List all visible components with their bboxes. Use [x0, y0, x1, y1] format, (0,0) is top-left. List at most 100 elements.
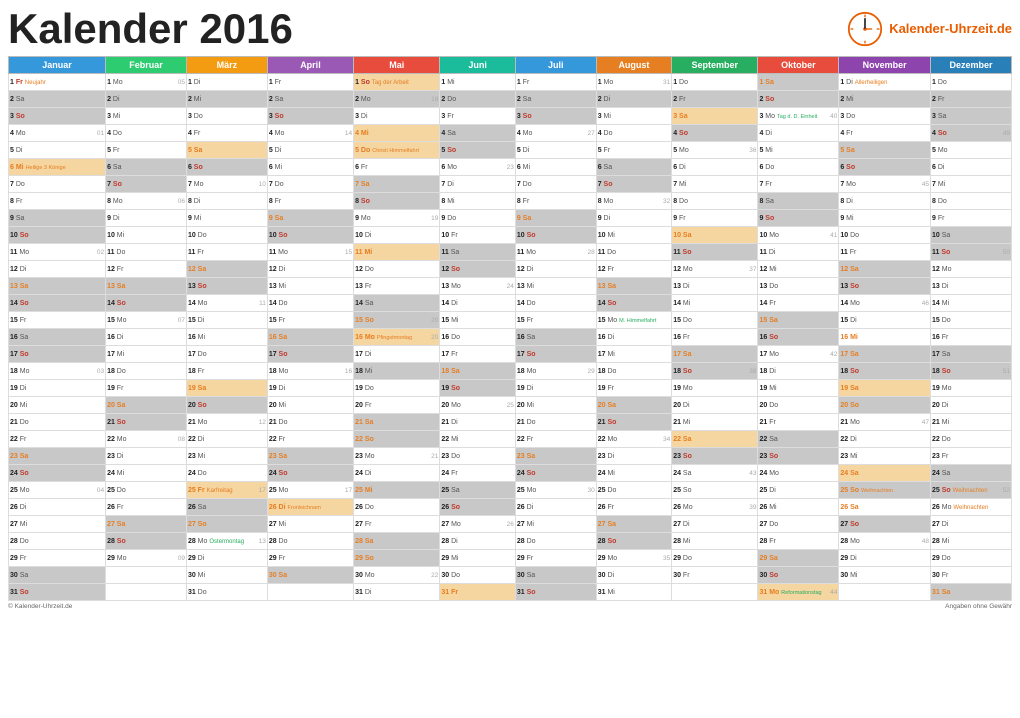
logo-text: Kalender-Uhrzeit.de [889, 21, 1012, 37]
calendar-table: Januar Februar März April Mai Juni Juli … [8, 56, 1012, 601]
table-row: 3 So 3 Mi 3 Do 3 So 3 Di 3 Fr 3 So 3 Mi … [9, 108, 1012, 125]
jan-20: 20 Mi [9, 397, 106, 414]
feb-24: 24 Mi [106, 465, 187, 482]
apr-18: 18 Mo 16 [267, 363, 353, 380]
nov-13: 13 So [839, 278, 931, 295]
okt-4: 4 Di [758, 125, 839, 142]
sep-17: 17 Sa [672, 346, 758, 363]
jul-18: 18 Mo 29 [515, 363, 596, 380]
table-row: 14 So 14 So 14 Mo 11 14 Do 14 Sa 14 Di 1… [9, 295, 1012, 312]
jun-10: 10 Fr [440, 227, 515, 244]
feb-16: 16 Di [106, 329, 187, 346]
table-row: 5 Di 5 Fr 5 Sa 5 Di 5 Do Christi Himmelf… [9, 142, 1012, 159]
mar-11: 11 Fr [186, 244, 267, 261]
apr-21: 21 Do [267, 414, 353, 431]
jan-25: 25 Mo 04 [9, 482, 106, 499]
nov-16: 16 Mi [839, 329, 931, 346]
table-row: 24 So 24 Mi 24 Do 24 So 24 Di 24 Fr 24 S… [9, 465, 1012, 482]
dez-14: 14 Mi [931, 295, 1012, 312]
jan-16: 16 Sa [9, 329, 106, 346]
apr-28: 28 Do [267, 533, 353, 550]
jun-30: 30 Do [440, 567, 515, 584]
sep-10: 10 Sa [672, 227, 758, 244]
jun-25: 25 Sa [440, 482, 515, 499]
jul-16: 16 Sa [515, 329, 596, 346]
aug-23: 23 Di [596, 448, 671, 465]
sep-1: 1 Do [672, 74, 758, 91]
jun-16: 16 Do [440, 329, 515, 346]
mar-9: 9 Mi [186, 210, 267, 227]
dez-30: 30 Fr [931, 567, 1012, 584]
okt-30: 30 So [758, 567, 839, 584]
feb-28: 28 So [106, 533, 187, 550]
aug-22: 22 Mo 34 [596, 431, 671, 448]
table-row: 8 Fr 8 Mo 06 8 Di 8 Fr 8 So 8 Mi 8 Fr 8 … [9, 193, 1012, 210]
mai-15: 15 So 20 [354, 312, 440, 329]
apr-9: 9 Sa [267, 210, 353, 227]
dez-28: 28 Mi [931, 533, 1012, 550]
okt-21: 21 Fr [758, 414, 839, 431]
okt-16: 16 So [758, 329, 839, 346]
feb-2: 2 Di [106, 91, 187, 108]
jun-28: 28 Di [440, 533, 515, 550]
dez-7: 7 Mi [931, 176, 1012, 193]
table-row: 12 Di 12 Fr 12 Sa 12 Di 12 Do 12 So 12 D… [9, 261, 1012, 278]
nov-22: 22 Di [839, 431, 931, 448]
mar-21: 21 Mo 12 [186, 414, 267, 431]
sep-29: 29 Do [672, 550, 758, 567]
nov-18: 18 So [839, 363, 931, 380]
okt-24: 24 Mo [758, 465, 839, 482]
month-header-jan: Januar [9, 57, 106, 74]
logo-brand: Kalender-Uhrzeit.de [889, 21, 1012, 36]
dez-23: 23 Fr [931, 448, 1012, 465]
table-row: 18 Mo 03 18 Do 18 Fr 18 Mo 16 18 Mi 18 S… [9, 363, 1012, 380]
jul-21: 21 Do [515, 414, 596, 431]
feb-11: 11 Do [106, 244, 187, 261]
jun-5: 5 So [440, 142, 515, 159]
feb-30 [106, 567, 187, 584]
mai-27: 27 Fr [354, 516, 440, 533]
mai-31: 31 Di [354, 584, 440, 601]
mar-10: 10 Do [186, 227, 267, 244]
jun-1: 1 Mi [440, 74, 515, 91]
jan-1: 1 Fr Neujahr [9, 74, 106, 91]
mar-2: 2 Mi [186, 91, 267, 108]
okt-12: 12 Mi [758, 261, 839, 278]
mai-10: 10 Di [354, 227, 440, 244]
apr-25: 25 Mo 17 [267, 482, 353, 499]
dez-8: 8 Do [931, 193, 1012, 210]
aug-2: 2 Di [596, 91, 671, 108]
sep-9: 9 Fr [672, 210, 758, 227]
okt-20: 20 Do [758, 397, 839, 414]
sep-16: 16 Fr [672, 329, 758, 346]
jun-4: 4 Sa [440, 125, 515, 142]
dez-4: 4 So 49 [931, 125, 1012, 142]
dez-26: 26 Mo Weihnachten [931, 499, 1012, 516]
sep-2: 2 Fr [672, 91, 758, 108]
aug-17: 17 Mi [596, 346, 671, 363]
okt-15: 15 Sa [758, 312, 839, 329]
dez-27: 27 Di [931, 516, 1012, 533]
jun-11: 11 Sa [440, 244, 515, 261]
mai-23: 23 Mo 21 [354, 448, 440, 465]
apr-4: 4 Mo 14 [267, 125, 353, 142]
dez-2: 2 Fr [931, 91, 1012, 108]
nov-9: 9 Mi [839, 210, 931, 227]
table-row: 27 Mi 27 Sa 27 So 27 Mi 27 Fr 27 Mo 26 2… [9, 516, 1012, 533]
feb-7: 7 So [106, 176, 187, 193]
jul-20: 20 Mi [515, 397, 596, 414]
apr-3: 3 So [267, 108, 353, 125]
jul-25: 25 Mo 30 [515, 482, 596, 499]
mar-14: 14 Mo 11 [186, 295, 267, 312]
nov-12: 12 Sa [839, 261, 931, 278]
mai-5: 5 Do Christi Himmelfahrt [354, 142, 440, 159]
mai-1: 1 So Tag der Arbeit [354, 74, 440, 91]
sep-26: 26 Mo 39 [672, 499, 758, 516]
aug-12: 12 Fr [596, 261, 671, 278]
okt-23: 23 So [758, 448, 839, 465]
table-row: 10 So 10 Mi 10 Do 10 So 10 Di 10 Fr 10 S… [9, 227, 1012, 244]
jun-3: 3 Fr [440, 108, 515, 125]
table-row: 13 Sa 13 Sa 13 So 13 Mi 13 Fr 13 Mo 24 1… [9, 278, 1012, 295]
jan-26: 26 Di [9, 499, 106, 516]
jan-28: 28 Do [9, 533, 106, 550]
